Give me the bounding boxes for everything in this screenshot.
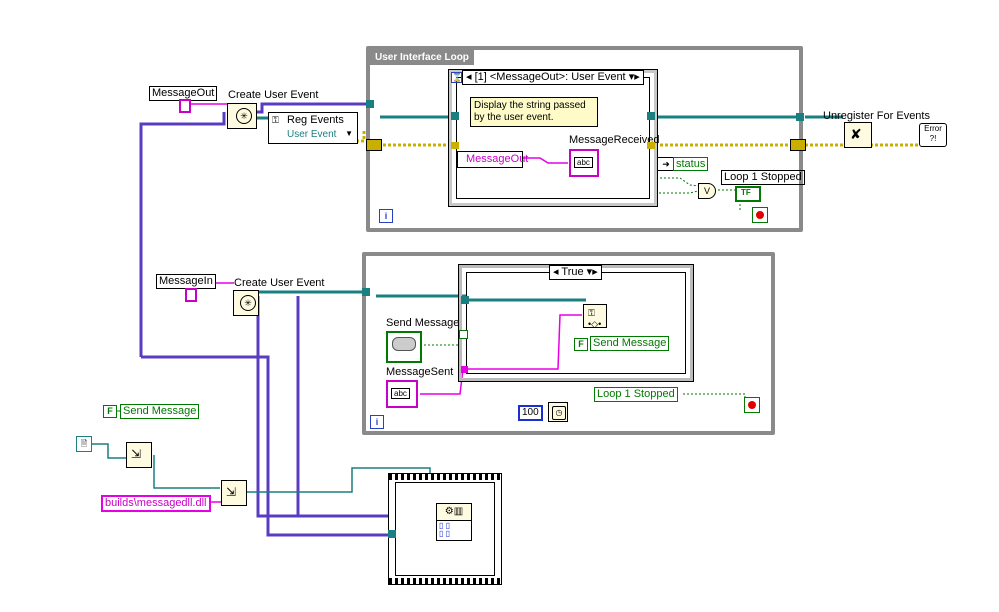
event-data-node[interactable]: MessageOut [457, 151, 528, 168]
unregister-icon: ✘ [850, 126, 862, 142]
button-icon [392, 337, 416, 351]
ui-loop-tunnel-right [796, 113, 804, 121]
path-constant[interactable]: 🗎 [76, 436, 92, 452]
unregister-node[interactable]: ✘ [844, 122, 872, 148]
event-tunnel-left [451, 112, 459, 120]
case-selector-terminal [459, 330, 468, 339]
ui-loop-stop-terminal[interactable] [752, 207, 768, 223]
error-handler-node[interactable]: Error?! [919, 123, 947, 147]
wait-ms-constant[interactable]: 100 [518, 405, 543, 421]
ui-loop-title: User Interface Loop [370, 50, 474, 65]
message-out-terminal[interactable] [179, 99, 191, 113]
call-library-params: ▯ ▯ ▯ ▯ [439, 521, 451, 538]
reg-events-node[interactable]: Reg Events ⚿ User Event ▼ [268, 112, 358, 144]
create-user-event-label-1: Create User Event [228, 89, 319, 101]
event-data-message-out: MessageOut [466, 153, 529, 165]
call-library-node[interactable]: ⚙▥ ▯ ▯ ▯ ▯ [436, 503, 472, 541]
loop1-stopped-label: Loop 1 Stopped [721, 170, 805, 185]
case-structure[interactable] [458, 264, 694, 382]
message-received-indicator[interactable]: abc [569, 149, 599, 177]
second-loop-stop-terminal[interactable] [744, 397, 760, 413]
tf-text: TF [741, 188, 751, 197]
call-library-icon: ⚙▥ [437, 504, 471, 521]
comment-line-1: Display the string passed [474, 100, 586, 111]
comment-line-2: by the user event. [474, 112, 554, 123]
false-constant-case[interactable]: F [574, 338, 588, 351]
prev-case-icon[interactable]: ◂ [466, 71, 472, 83]
second-loop-tunnel [362, 288, 370, 296]
reg-events-title: Reg Events [287, 114, 344, 126]
create-event-icon: ✳ [236, 108, 252, 124]
message-received-label: MessageReceived [569, 134, 660, 146]
strip-path-node[interactable]: ⇲ [126, 442, 152, 468]
send-message-button[interactable] [386, 331, 422, 363]
case-tunnel-left [461, 296, 469, 304]
ui-loop-shift-register-left [366, 139, 382, 151]
message-sent-control[interactable]: abc [386, 380, 418, 408]
case-prev-icon[interactable]: ◂ [553, 266, 559, 278]
event-comment: Display the string passed by the user ev… [470, 97, 598, 127]
send-message-local-case[interactable]: Send Message [590, 336, 670, 351]
wait-ms-node[interactable]: ◷ [548, 402, 568, 422]
ui-loop-iteration-terminal: i [379, 209, 393, 223]
create-user-event-label-2: Create User Event [234, 277, 325, 289]
send-message-local-outer[interactable]: Send Message [120, 404, 200, 419]
dll-path-constant[interactable]: builds\messagedll.dll [101, 495, 211, 512]
abc-icon: abc [574, 157, 593, 168]
generate-event-icon: ⚿ •◇• [588, 308, 602, 329]
error-text: Error [924, 124, 942, 133]
unregister-label: Unregister For Events [823, 110, 930, 122]
generate-user-event-node[interactable]: ⚿ •◇• [583, 304, 607, 329]
or-function[interactable]: V [698, 183, 716, 199]
case-dropdown-icon[interactable]: ▾▸ [587, 266, 598, 278]
create-user-event-node-2[interactable]: ✳ [233, 290, 259, 316]
loop1-stopped-indicator[interactable]: TF [735, 186, 761, 202]
message-in-label: MessageIn [156, 274, 216, 289]
event-structure-timeout-terminal: ⌛ [451, 72, 462, 83]
build-path-node[interactable]: ⇲ [221, 480, 247, 506]
create-event-icon: ✳ [240, 295, 256, 311]
create-user-event-node-1[interactable]: ✳ [227, 103, 257, 129]
reg-events-icon: ⚿ [272, 115, 279, 125]
event-tunnel-right [647, 112, 655, 120]
build-path-icon: ⇲ [226, 485, 237, 499]
message-in-terminal[interactable] [185, 288, 197, 302]
abc-icon-2: abc [391, 388, 410, 399]
ui-loop-tunnel-left [366, 100, 374, 108]
selector-dropdown-icon[interactable]: ▾▸ [629, 71, 640, 83]
reg-events-item[interactable]: User Event [287, 129, 336, 140]
event-structure-selector[interactable]: ◂ [1] <MessageOut>: User Event ▾▸ [462, 70, 644, 85]
strip-path-icon: ⇲ [131, 447, 142, 461]
second-loop-iteration-terminal: i [370, 415, 384, 429]
message-sent-label: MessageSent [386, 366, 454, 378]
status-label: status [673, 157, 709, 171]
false-constant-outer[interactable]: F [103, 405, 117, 418]
reg-events-dropdown-icon[interactable]: ▼ [345, 129, 353, 138]
ui-loop-shift-register-right [790, 139, 806, 151]
loop1-stopped-local[interactable]: Loop 1 Stopped [594, 387, 678, 402]
case-structure-inner [466, 272, 686, 374]
send-message-label: Send Message [386, 317, 460, 329]
event-tunnel-error-right [647, 142, 655, 149]
event-tunnel-error-left [451, 142, 459, 149]
sequence-tunnel [388, 530, 396, 538]
event-selector-text: [1] <MessageOut>: User Event [474, 71, 626, 83]
case-tunnel-string [461, 366, 468, 373]
clock-icon: ◷ [552, 406, 566, 420]
case-selector[interactable]: ◂ True ▾▸ [549, 265, 602, 280]
case-selector-text: True [561, 266, 584, 278]
